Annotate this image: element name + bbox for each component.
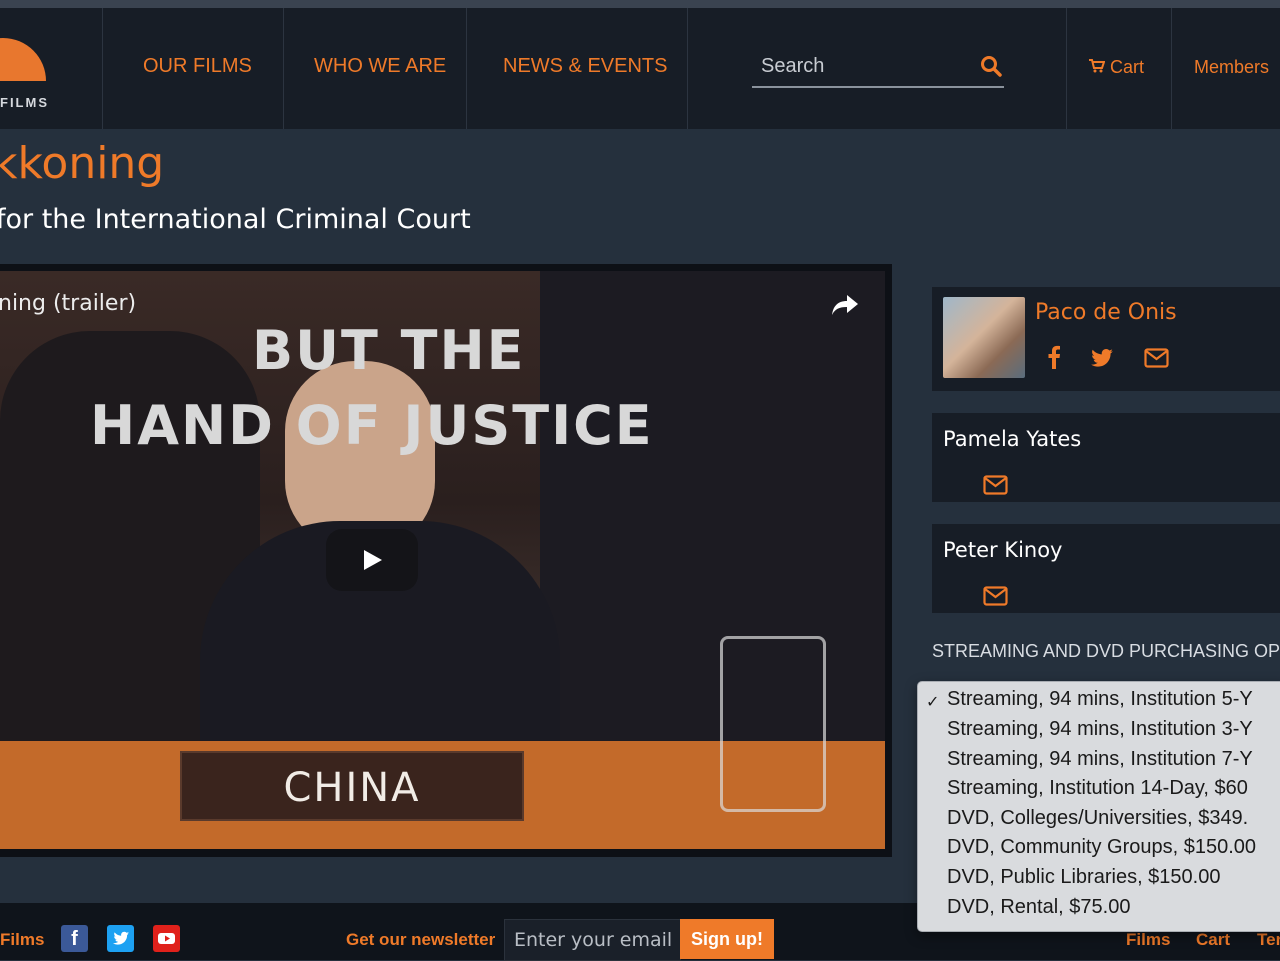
nav-news-events[interactable]: NEWS & EVENTS	[503, 55, 667, 78]
email-icon[interactable]	[983, 475, 1008, 500]
nav-divider	[466, 8, 467, 129]
facebook-icon[interactable]: f	[61, 925, 88, 952]
author-name[interactable]: Pamela Yates	[943, 427, 1081, 451]
dropdown-option[interactable]: DVD, Community Groups, $150.00	[947, 836, 1256, 859]
video-player[interactable]: CHINA BUT THE HAND OF JUSTICE ning (trai…	[0, 271, 885, 849]
members-link[interactable]: Members	[1194, 57, 1269, 78]
share-icon[interactable]	[830, 293, 860, 322]
video-overlay-text: HAND OF JUSTICE	[90, 394, 654, 457]
top-strip	[0, 0, 1280, 8]
placard-text: CHINA	[283, 765, 421, 811]
dropdown-option[interactable]: DVD, Public Libraries, $150.00	[947, 866, 1220, 889]
footer-link-cart[interactable]: Cart	[1196, 930, 1230, 950]
nav-divider	[1171, 8, 1172, 129]
email-field[interactable]: Enter your email	[504, 919, 681, 961]
video-title[interactable]: ning (trailer)	[0, 291, 136, 316]
facebook-icon[interactable]	[1047, 345, 1061, 374]
nav-divider	[1066, 8, 1067, 129]
dropdown-option[interactable]: Streaming, 94 mins, Institution 5-Y	[947, 688, 1253, 711]
play-icon	[364, 550, 382, 570]
youtube-icon[interactable]	[153, 925, 180, 952]
page-title: kkoning	[0, 138, 165, 189]
signup-button[interactable]: Sign up!	[680, 919, 774, 959]
purchase-options-dropdown[interactable]: ✓ Streaming, 94 mins, Institution 5-Y St…	[917, 681, 1280, 932]
nav-our-films[interactable]: OUR FILMS	[143, 55, 252, 78]
video-scene	[540, 271, 885, 791]
twitter-icon[interactable]	[1091, 349, 1113, 372]
footer-films-label[interactable]: Films	[0, 930, 44, 950]
dropdown-option[interactable]: Streaming, 94 mins, Institution 3-Y	[947, 718, 1253, 741]
newsletter-label: Get our newsletter	[346, 930, 496, 949]
cart-icon	[1089, 57, 1110, 77]
page-subtitle: for the International Criminal Court	[0, 204, 471, 235]
nav-divider	[687, 8, 688, 129]
footer-link-films[interactable]: Films	[1126, 930, 1170, 950]
nav-divider	[102, 8, 103, 129]
cart-link[interactable]: Cart	[1089, 57, 1144, 78]
footer-link-terms[interactable]: Ter	[1257, 930, 1280, 950]
dropdown-option[interactable]: DVD, Rental, $75.00	[947, 896, 1130, 919]
author-name[interactable]: Peter Kinoy	[943, 538, 1063, 562]
dropdown-option[interactable]: DVD, Colleges/Universities, $349.	[947, 807, 1248, 830]
dropdown-option[interactable]: Streaming, Institution 14-Day, $60	[947, 777, 1248, 800]
twitter-icon[interactable]	[107, 925, 134, 952]
email-placeholder: Enter your email	[514, 929, 673, 951]
logo-sun-icon	[0, 38, 46, 81]
video-scene	[720, 636, 826, 812]
logo-text: FILMS	[0, 95, 49, 110]
play-button[interactable]	[326, 529, 418, 591]
checkmark-icon: ✓	[926, 694, 940, 711]
email-icon[interactable]	[983, 586, 1008, 611]
search-underline	[752, 86, 1004, 88]
author-name[interactable]: Paco de Onis	[1035, 300, 1177, 325]
email-icon[interactable]	[1144, 348, 1169, 373]
dropdown-option[interactable]: Streaming, 94 mins, Institution 7-Y	[947, 748, 1253, 771]
video-overlay-text: BUT THE	[252, 319, 526, 382]
nav-divider	[283, 8, 284, 129]
search-icon[interactable]	[980, 55, 1002, 82]
purchase-options-label: STREAMING AND DVD PURCHASING OPT	[932, 641, 1280, 661]
avatar	[943, 297, 1025, 378]
site-logo[interactable]: FILMS	[0, 8, 102, 129]
cart-label: Cart	[1110, 57, 1145, 77]
nav-who-we-are[interactable]: WHO WE ARE	[314, 55, 446, 78]
search-input[interactable]: Search	[761, 55, 824, 78]
video-placard: CHINA	[180, 751, 524, 821]
